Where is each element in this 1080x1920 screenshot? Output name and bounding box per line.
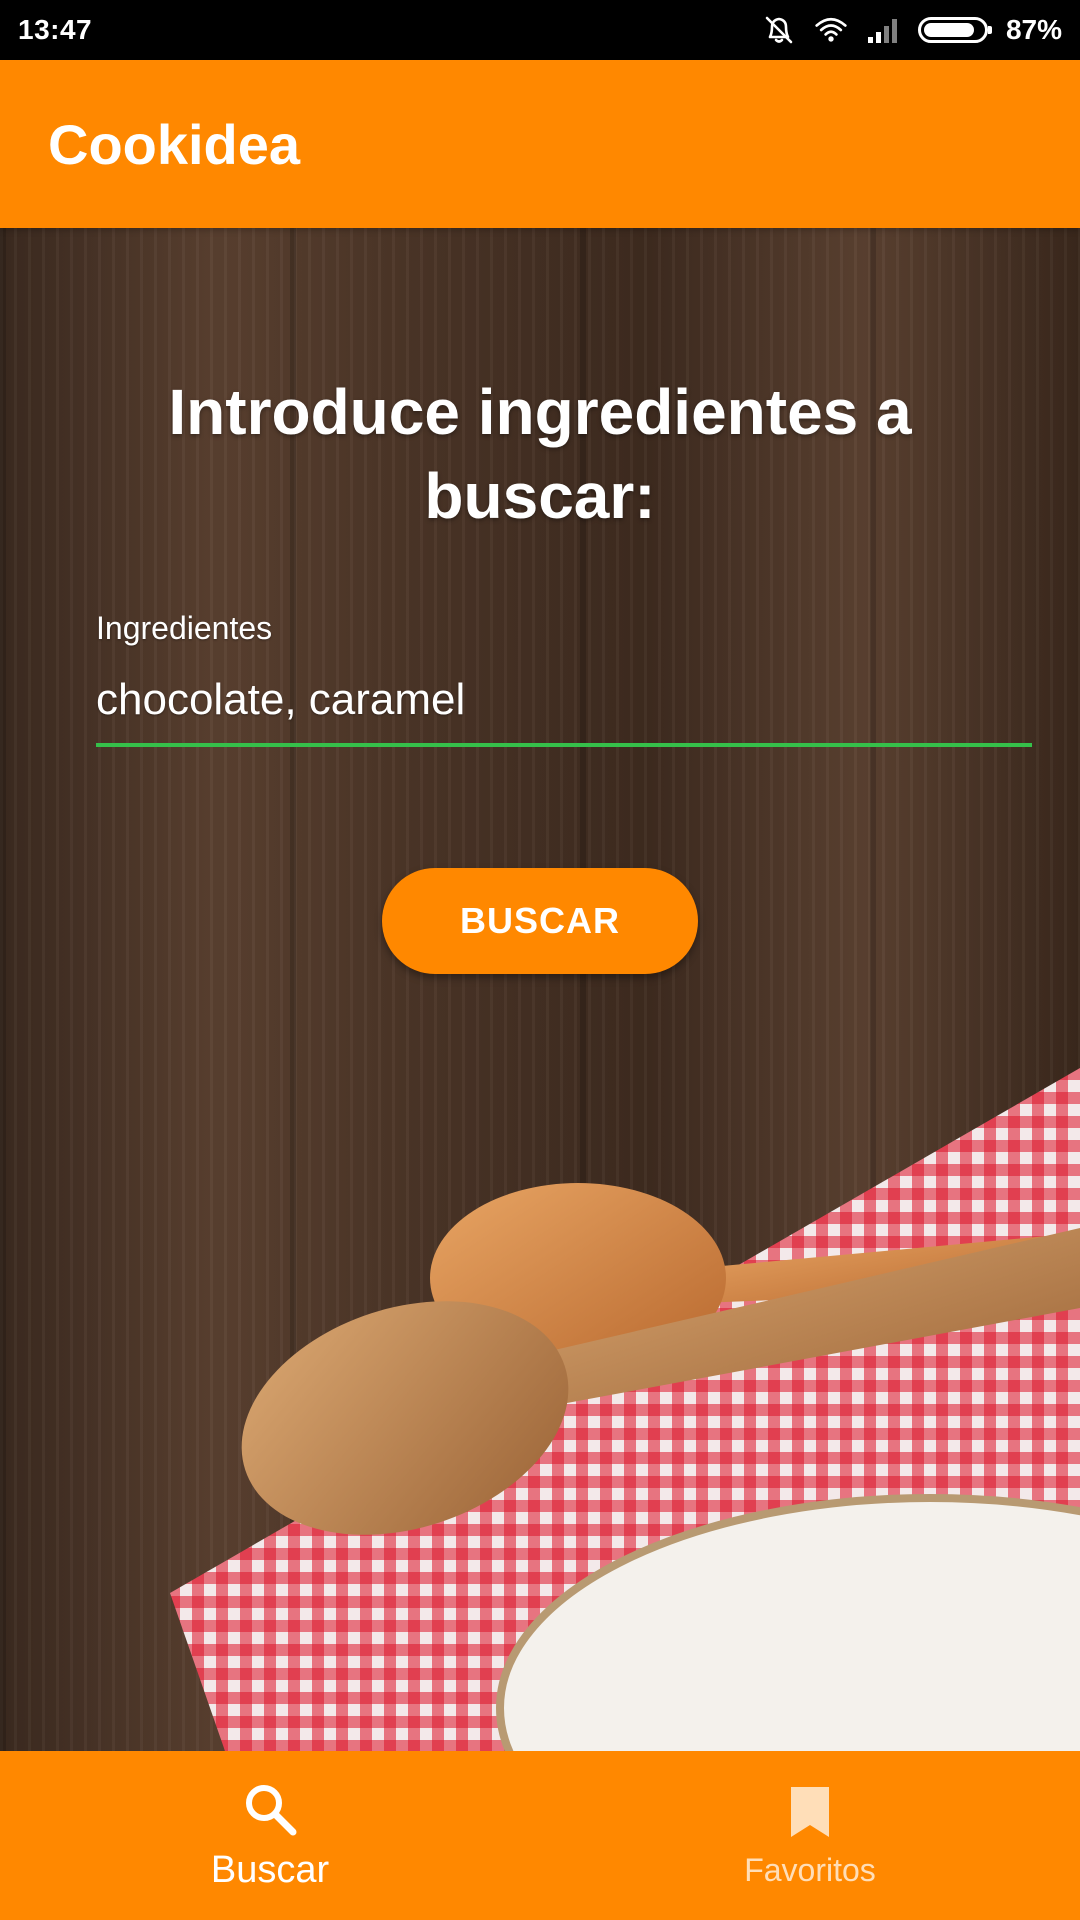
battery-percent: 87% — [1005, 14, 1062, 45]
bookmark-icon — [780, 1782, 840, 1842]
vibrate-off-icon — [762, 13, 796, 47]
nav-label-favoritos: Favoritos — [744, 1852, 876, 1888]
app-screen: 13:47 87% Cookidea Introduce ingrediente… — [0, 0, 1080, 1920]
status-bar: 13:47 87% — [0, 0, 1080, 60]
search-icon — [240, 1779, 300, 1839]
page-headline: Introduce ingredientes a buscar: — [168, 376, 912, 532]
ingredients-field: Ingredientes — [96, 610, 1032, 747]
app-title: Cookidea — [48, 112, 301, 176]
ingredients-input[interactable] — [96, 667, 1032, 747]
ingredients-label: Ingredientes — [96, 610, 273, 646]
app-bar: Cookidea — [0, 60, 1080, 228]
signal-icon — [866, 13, 900, 47]
search-button[interactable]: BUSCAR — [382, 868, 698, 974]
wifi-icon — [814, 13, 848, 47]
status-time: 13:47 — [18, 14, 93, 45]
bottom-navigation: Buscar Favoritos — [0, 1751, 1080, 1920]
nav-item-buscar[interactable]: Buscar — [0, 1751, 540, 1920]
battery-icon — [917, 17, 992, 43]
nav-item-favoritos[interactable]: Favoritos — [540, 1751, 1080, 1920]
nav-label-buscar: Buscar — [210, 1849, 330, 1891]
status-icons: 87% — [762, 13, 1062, 47]
